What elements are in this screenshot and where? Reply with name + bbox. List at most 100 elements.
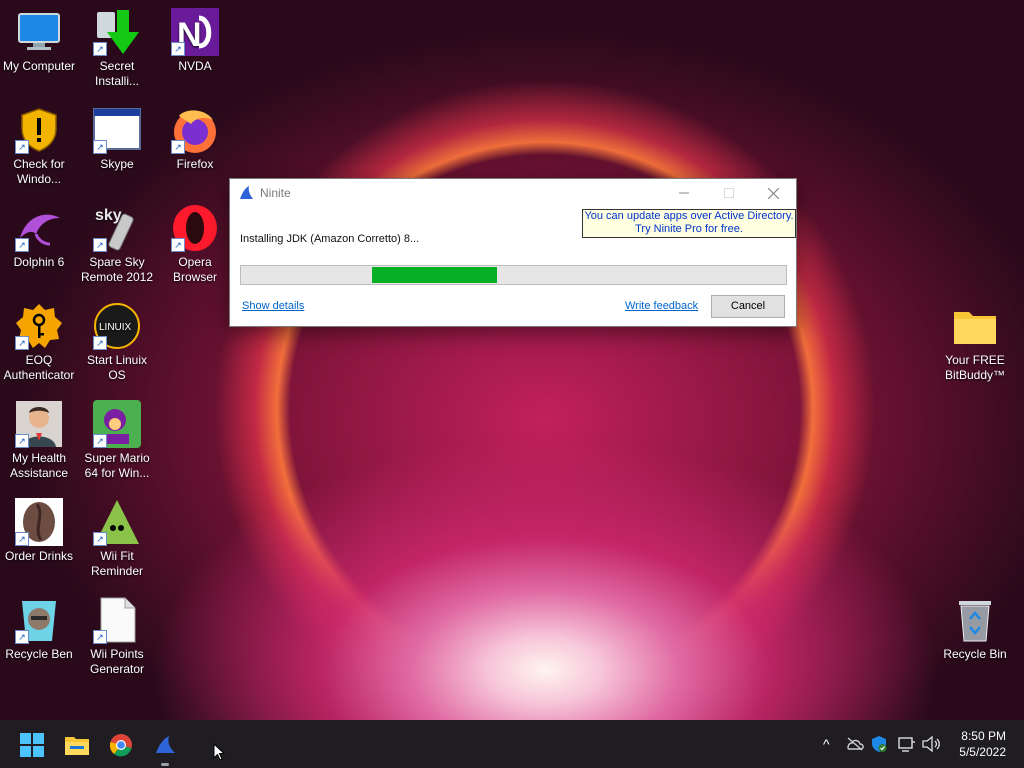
desktop-icon-label: Recycle Bin bbox=[943, 647, 1007, 661]
nvda-logo-icon: N ↗ bbox=[171, 8, 219, 56]
taskbar: ^ 8:50 PM 5/5/2022 bbox=[0, 720, 1024, 768]
desktop-icon-label: My Health Assistance bbox=[9, 451, 69, 480]
desktop-icon-label: EOQ Authenticator bbox=[3, 353, 75, 382]
shortcut-arrow-icon: ↗ bbox=[171, 140, 185, 154]
desktop-icon-label: Firefox bbox=[176, 157, 214, 171]
shortcut-arrow-icon: ↗ bbox=[15, 532, 29, 546]
desktop-icon-wii-points-generator[interactable]: ↗ Wii Points Generator bbox=[78, 596, 156, 677]
minimize-button[interactable] bbox=[661, 179, 706, 207]
title-bar[interactable]: Ninite bbox=[230, 179, 796, 207]
desktop-icon-super-mario-64[interactable]: ↗ Super Mario 64 for Win... bbox=[78, 400, 156, 481]
doctor-avatar-icon: ↗ bbox=[15, 400, 63, 448]
desktop-icon-label: Start Linuix OS bbox=[86, 353, 148, 382]
window-title: Ninite bbox=[260, 186, 291, 200]
shortcut-arrow-icon: ↗ bbox=[15, 630, 29, 644]
maximize-button[interactable] bbox=[706, 179, 751, 207]
desktop-icon-label: Wii Points Generator bbox=[89, 647, 145, 676]
window-app-icon: ↗ bbox=[93, 106, 141, 154]
promo-line-2: Try Ninite Pro for free. bbox=[635, 223, 743, 235]
desktop-icon-label: Dolphin 6 bbox=[13, 255, 65, 269]
volume-icon[interactable] bbox=[922, 736, 942, 752]
ninite-pro-promo[interactable]: You can update apps over Active Director… bbox=[582, 209, 796, 238]
close-icon bbox=[768, 187, 779, 199]
desktop-icon-my-computer[interactable]: My Computer bbox=[0, 8, 78, 74]
shortcut-arrow-icon: ↗ bbox=[15, 434, 29, 448]
show-details-link[interactable]: Show details bbox=[242, 300, 304, 312]
shortcut-arrow-icon: ↗ bbox=[15, 238, 29, 252]
running-indicator bbox=[161, 763, 169, 766]
desktop-icon-label: Super Mario 64 for Win... bbox=[84, 451, 150, 480]
desktop-icon-spare-sky-remote[interactable]: sky ↗ Spare Sky Remote 2012 bbox=[78, 204, 156, 285]
desktop-icon-label: Secret Installi... bbox=[94, 59, 139, 88]
security-shield-icon[interactable] bbox=[871, 735, 887, 753]
windows-logo-icon bbox=[20, 733, 44, 757]
system-clock[interactable]: 8:50 PM 5/5/2022 bbox=[959, 728, 1006, 760]
desktop-icon-recycle-bin[interactable]: Recycle Bin bbox=[936, 596, 1014, 662]
desktop-icon-bitbuddy[interactable]: Your FREE BitBuddy™ bbox=[936, 302, 1014, 383]
minimize-icon bbox=[678, 192, 689, 194]
mouse-cursor-icon bbox=[213, 743, 225, 761]
dolphin-icon: ↗ bbox=[15, 204, 63, 252]
folder-icon bbox=[951, 302, 999, 350]
desktop-icon-opera[interactable]: ↗ Opera Browser bbox=[156, 204, 234, 285]
cancel-button[interactable]: Cancel bbox=[711, 295, 785, 318]
desktop-icon-label: Wii Fit Reminder bbox=[90, 549, 144, 578]
desktop-icon-skype[interactable]: ↗ Skype bbox=[78, 106, 156, 172]
write-feedback-link[interactable]: Write feedback bbox=[625, 300, 698, 312]
opera-icon: ↗ bbox=[171, 204, 219, 252]
taskbar-file-explorer[interactable] bbox=[64, 732, 90, 758]
document-icon: ↗ bbox=[93, 596, 141, 644]
shortcut-arrow-icon: ↗ bbox=[93, 532, 107, 546]
download-arrow-icon: ↗ bbox=[93, 8, 141, 56]
folder-icon bbox=[65, 737, 89, 755]
ninite-logo-icon bbox=[240, 186, 253, 199]
onedrive-offline-icon[interactable] bbox=[846, 737, 864, 751]
close-button[interactable] bbox=[751, 179, 796, 207]
ninite-installer-window: Ninite You can update apps over Active D… bbox=[229, 178, 797, 327]
desktop-icon-label: Spare Sky Remote 2012 bbox=[80, 255, 154, 284]
tv-remote-icon: sky ↗ bbox=[93, 204, 141, 252]
desktop-icon-label: Recycle Ben bbox=[5, 647, 73, 661]
shortcut-arrow-icon: ↗ bbox=[93, 140, 107, 154]
desktop-icon-start-linuix[interactable]: LINUIX ↗ Start Linuix OS bbox=[78, 302, 156, 383]
desktop-icon-label: My Computer bbox=[2, 59, 76, 73]
shortcut-arrow-icon: ↗ bbox=[15, 336, 29, 350]
progress-bar-fill bbox=[372, 267, 497, 283]
desktop-icon-wii-fit-reminder[interactable]: ↗ Wii Fit Reminder bbox=[78, 498, 156, 579]
svg-text:sky: sky bbox=[95, 207, 122, 224]
recycle-bin-icon bbox=[951, 596, 999, 644]
start-button[interactable] bbox=[19, 732, 45, 758]
game-character-icon: ↗ bbox=[93, 400, 141, 448]
desktop-icon-nvda[interactable]: N ↗ NVDA bbox=[156, 8, 234, 74]
taskbar-ninite[interactable] bbox=[152, 732, 178, 758]
desktop-icon-my-health-assistance[interactable]: ↗ My Health Assistance bbox=[0, 400, 78, 481]
install-status-text: Installing JDK (Amazon Corretto) 8... bbox=[240, 233, 420, 245]
desktop-icon-label: Skype bbox=[100, 157, 134, 171]
desktop-icon-order-drinks[interactable]: ↗ Order Drinks bbox=[0, 498, 78, 564]
key-badge-icon: ↗ bbox=[15, 302, 63, 350]
shortcut-arrow-icon: ↗ bbox=[171, 42, 185, 56]
desktop-icon-secret-installer[interactable]: ↗ Secret Installi... bbox=[78, 8, 156, 89]
shield-warning-icon: ↗ bbox=[15, 106, 63, 154]
clock-time: 8:50 PM bbox=[961, 729, 1006, 743]
recycle-ben-icon: ↗ bbox=[15, 596, 63, 644]
desktop-icon-check-for-windows[interactable]: ↗ Check for Windo... bbox=[0, 106, 78, 187]
desktop-icon-dolphin[interactable]: ↗ Dolphin 6 bbox=[0, 204, 78, 270]
shortcut-arrow-icon: ↗ bbox=[93, 336, 107, 350]
shortcut-arrow-icon: ↗ bbox=[93, 238, 107, 252]
triangle-character-icon: ↗ bbox=[93, 498, 141, 546]
shortcut-arrow-icon: ↗ bbox=[93, 42, 107, 56]
svg-text:LINUIX: LINUIX bbox=[99, 322, 132, 333]
linuix-logo-icon: LINUIX ↗ bbox=[93, 302, 141, 350]
desktop-icon-label: NVDA bbox=[178, 59, 212, 73]
shortcut-arrow-icon: ↗ bbox=[171, 238, 185, 252]
coffee-bean-icon: ↗ bbox=[15, 498, 63, 546]
firefox-icon: ↗ bbox=[171, 106, 219, 154]
network-icon[interactable] bbox=[898, 736, 916, 752]
chevron-up-icon[interactable]: ^ bbox=[823, 736, 830, 752]
taskbar-chrome[interactable] bbox=[108, 732, 134, 758]
desktop-icon-eoq-authenticator[interactable]: ↗ EOQ Authenticator bbox=[0, 302, 78, 383]
desktop-icon-firefox[interactable]: ↗ Firefox bbox=[156, 106, 234, 172]
desktop-icon-recycle-ben[interactable]: ↗ Recycle Ben bbox=[0, 596, 78, 662]
monitor-icon bbox=[15, 8, 63, 56]
